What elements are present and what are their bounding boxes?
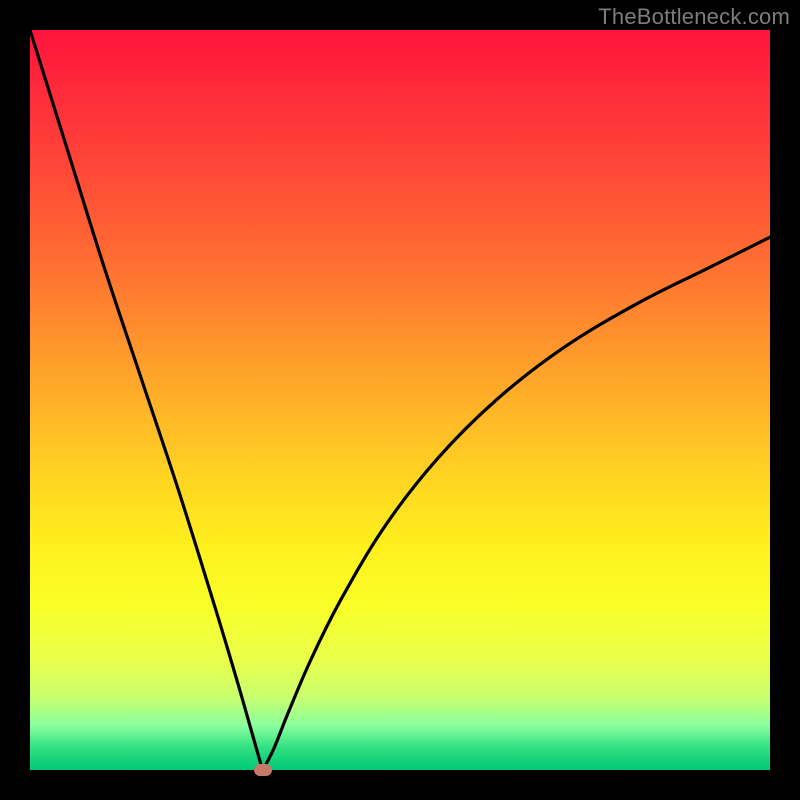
optimum-marker — [254, 764, 272, 776]
watermark-text: TheBottleneck.com — [598, 4, 790, 30]
plot-area — [30, 30, 770, 770]
chart-frame: TheBottleneck.com — [0, 0, 800, 800]
curve-svg — [30, 30, 770, 770]
bottleneck-curve-path — [30, 30, 770, 770]
